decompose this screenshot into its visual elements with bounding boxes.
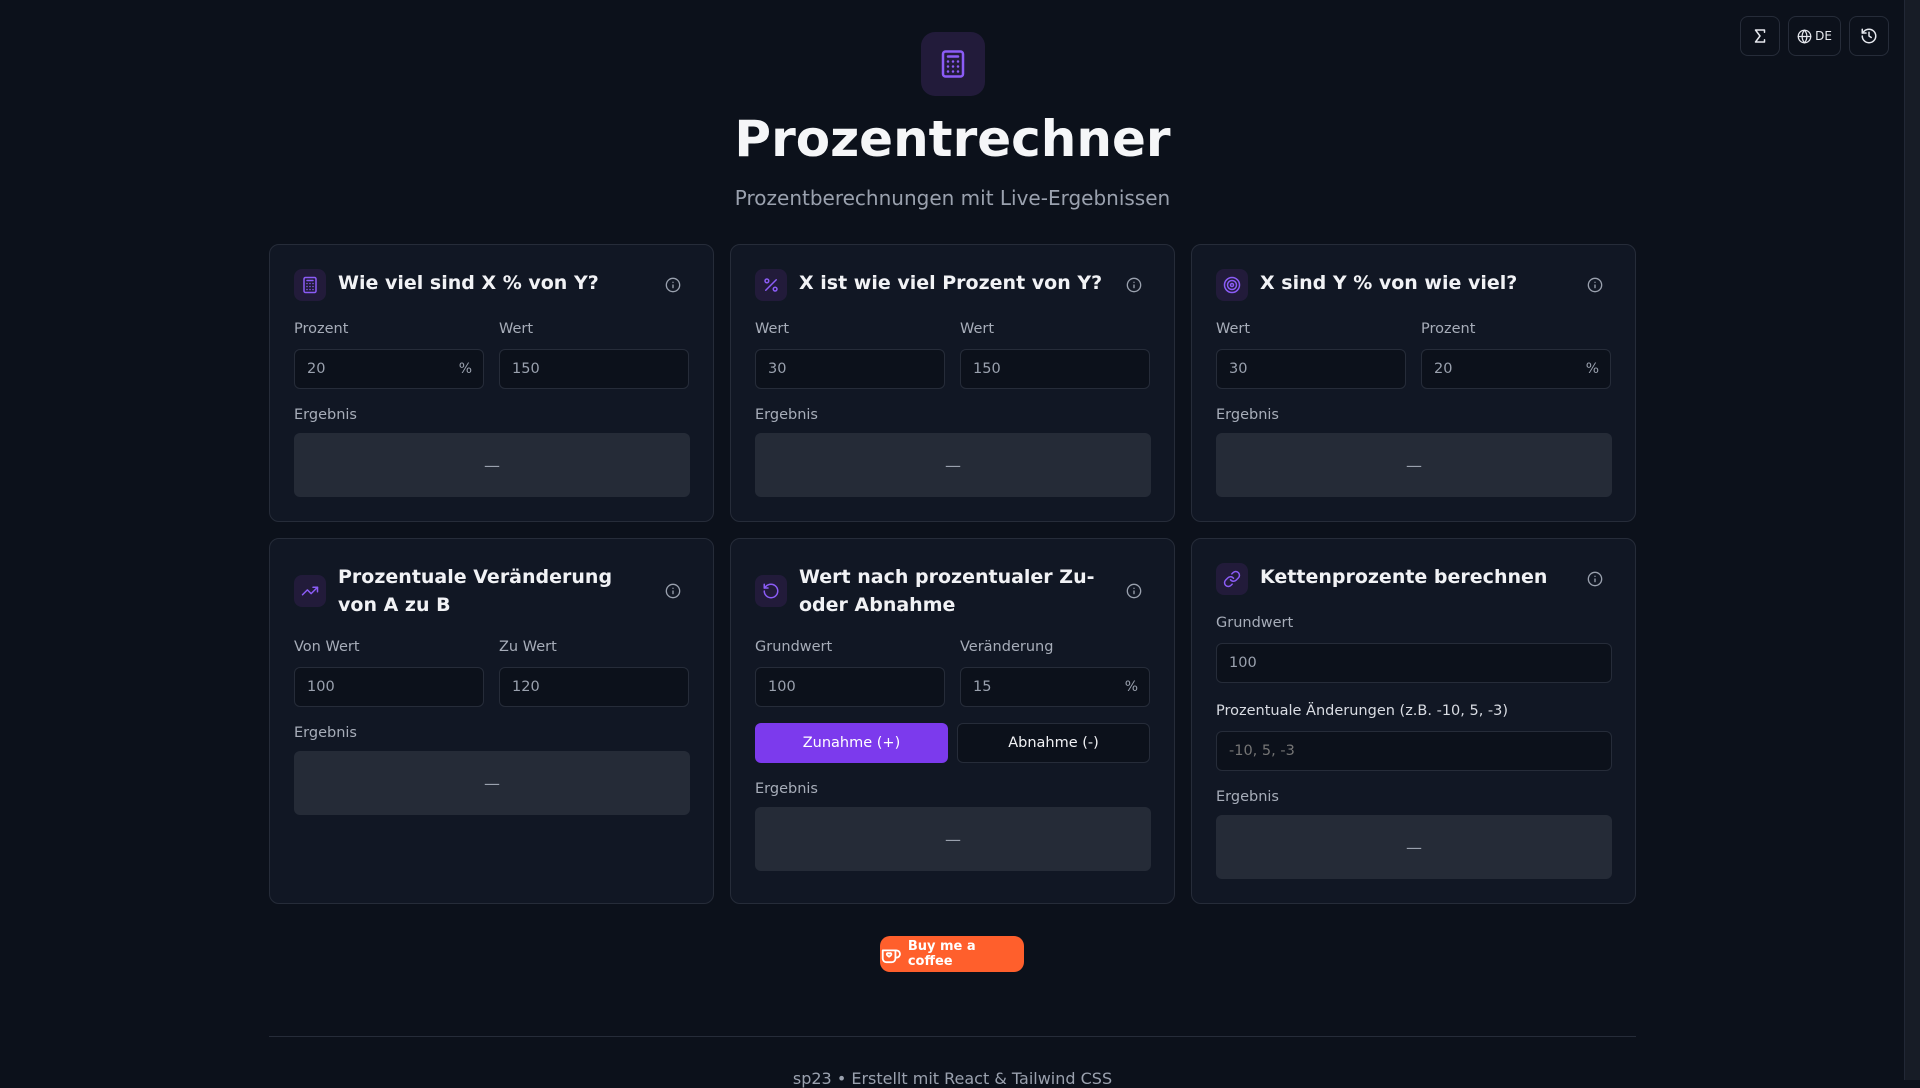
percent-icon — [755, 269, 787, 301]
value-x-field[interactable] — [755, 349, 945, 389]
target-icon — [1216, 269, 1248, 301]
value-y-input[interactable] — [961, 350, 1149, 388]
value-input[interactable] — [1217, 350, 1405, 388]
card-what-percent: X ist wie viel Prozent von Y? Wert Wert … — [730, 244, 1175, 522]
calculator-icon — [941, 50, 965, 78]
info-icon[interactable] — [1118, 269, 1150, 301]
reset-button[interactable] — [1849, 16, 1889, 56]
formula-button[interactable] — [1740, 16, 1781, 56]
changes-label: Prozentuale Änderungen (z.B. -10, 5, -3) — [1216, 703, 1509, 719]
result-label: Ergebnis — [755, 781, 818, 797]
percent-suffix: % — [1585, 361, 1599, 377]
card-percent-change: Prozentuale Veränderung von A zu B Von W… — [269, 538, 714, 904]
value-label: Wert — [1216, 321, 1251, 337]
info-icon[interactable] — [657, 575, 689, 607]
page-subtitle: Prozentberechnungen mit Live-Ergebnissen — [734, 186, 1171, 210]
globe-icon — [1797, 28, 1812, 44]
value-label: Wert — [499, 321, 534, 337]
value-x-input[interactable] — [756, 350, 944, 388]
coffee-label: Buy me a coffee — [907, 939, 976, 969]
result-label: Ergebnis — [1216, 789, 1279, 805]
value-y-field[interactable] — [960, 349, 1150, 389]
value-field[interactable] — [1216, 349, 1406, 389]
card-base-value: X sind Y % von wie viel? Wert Prozent % … — [1191, 244, 1636, 522]
card-title: X ist wie viel Prozent von Y? — [799, 272, 1103, 294]
result-display: — — [755, 807, 1151, 871]
result-label: Ergebnis — [294, 407, 357, 423]
footer-text: sp23 • Erstellt mit React & Tailwind CSS — [792, 1069, 1113, 1088]
calculator-icon — [294, 269, 326, 301]
value-input[interactable] — [500, 350, 688, 388]
percent-label: Prozent — [1421, 321, 1476, 337]
card-percent-of: Wie viel sind X % von Y? Prozent % Wert … — [269, 244, 714, 522]
base-value-label: Grundwert — [1216, 615, 1294, 631]
changes-input[interactable] — [1217, 732, 1611, 770]
change-field[interactable]: % — [960, 667, 1150, 707]
percent-input[interactable] — [295, 350, 483, 388]
value-field[interactable] — [499, 349, 689, 389]
from-value-field[interactable] — [294, 667, 484, 707]
trending-up-icon — [294, 575, 326, 607]
coffee-cup-icon — [881, 949, 901, 964]
result-label: Ergebnis — [755, 407, 818, 423]
app-logo — [921, 32, 985, 96]
card-title: X sind Y % von wie viel? — [1260, 272, 1518, 294]
result-label: Ergebnis — [294, 725, 357, 741]
page-scrollbar[interactable] — [1904, 0, 1920, 1080]
result-display: — — [1216, 815, 1612, 879]
sigma-icon — [1754, 29, 1766, 43]
card-title: Prozentuale Veränderung von A zu B — [338, 566, 613, 616]
percent-field[interactable]: % — [1421, 349, 1611, 389]
result-display: — — [1216, 433, 1612, 497]
language-button[interactable]: DE — [1788, 16, 1841, 56]
value-y-label: Wert — [960, 321, 995, 337]
increase-button[interactable]: Zunahme (+) — [755, 723, 948, 763]
base-value-field[interactable] — [755, 667, 945, 707]
link-icon — [1216, 563, 1248, 595]
base-value-input[interactable] — [1217, 644, 1611, 682]
info-icon[interactable] — [1118, 575, 1150, 607]
to-value-input[interactable] — [500, 668, 688, 706]
card-chain-percent: Kettenprozente berechnen Grundwert Proze… — [1191, 538, 1636, 904]
result-label: Ergebnis — [1216, 407, 1279, 423]
card-title: Kettenprozente berechnen — [1260, 566, 1548, 588]
percent-suffix: % — [458, 361, 472, 377]
decrease-button[interactable]: Abnahme (-) — [957, 723, 1150, 763]
page-title: Prozentrechner — [734, 110, 1171, 168]
change-label: Veränderung — [960, 639, 1054, 655]
result-display: — — [294, 751, 690, 815]
to-value-label: Zu Wert — [499, 639, 557, 655]
value-x-label: Wert — [755, 321, 790, 337]
percent-input[interactable] — [1422, 350, 1610, 388]
card-title: Wie viel sind X % von Y? — [338, 272, 599, 294]
result-display: — — [294, 433, 690, 497]
rotate-ccw-icon — [755, 575, 787, 607]
from-value-label: Von Wert — [294, 639, 360, 655]
change-input[interactable] — [961, 668, 1149, 706]
info-icon[interactable] — [657, 269, 689, 301]
language-label: DE — [1815, 29, 1832, 43]
base-value-input[interactable] — [756, 668, 944, 706]
buy-me-a-coffee-button[interactable]: Buy me a coffee — [880, 936, 1024, 972]
info-icon[interactable] — [1579, 563, 1611, 595]
from-value-input[interactable] — [295, 668, 483, 706]
percent-label: Prozent — [294, 321, 349, 337]
changes-field[interactable] — [1216, 731, 1612, 771]
base-value-label: Grundwert — [755, 639, 833, 655]
card-title: Wert nach prozentualer Zu- oder Abnahme — [799, 566, 1095, 616]
to-value-field[interactable] — [499, 667, 689, 707]
reset-icon — [1861, 28, 1877, 44]
info-icon[interactable] — [1579, 269, 1611, 301]
percent-field[interactable]: % — [294, 349, 484, 389]
card-increase-decrease: Wert nach prozentualer Zu- oder Abnahme … — [730, 538, 1175, 904]
base-value-field[interactable] — [1216, 643, 1612, 683]
footer-divider — [269, 1036, 1636, 1037]
percent-suffix: % — [1124, 679, 1138, 695]
top-actions: DE — [1740, 16, 1889, 56]
result-display: — — [755, 433, 1151, 497]
